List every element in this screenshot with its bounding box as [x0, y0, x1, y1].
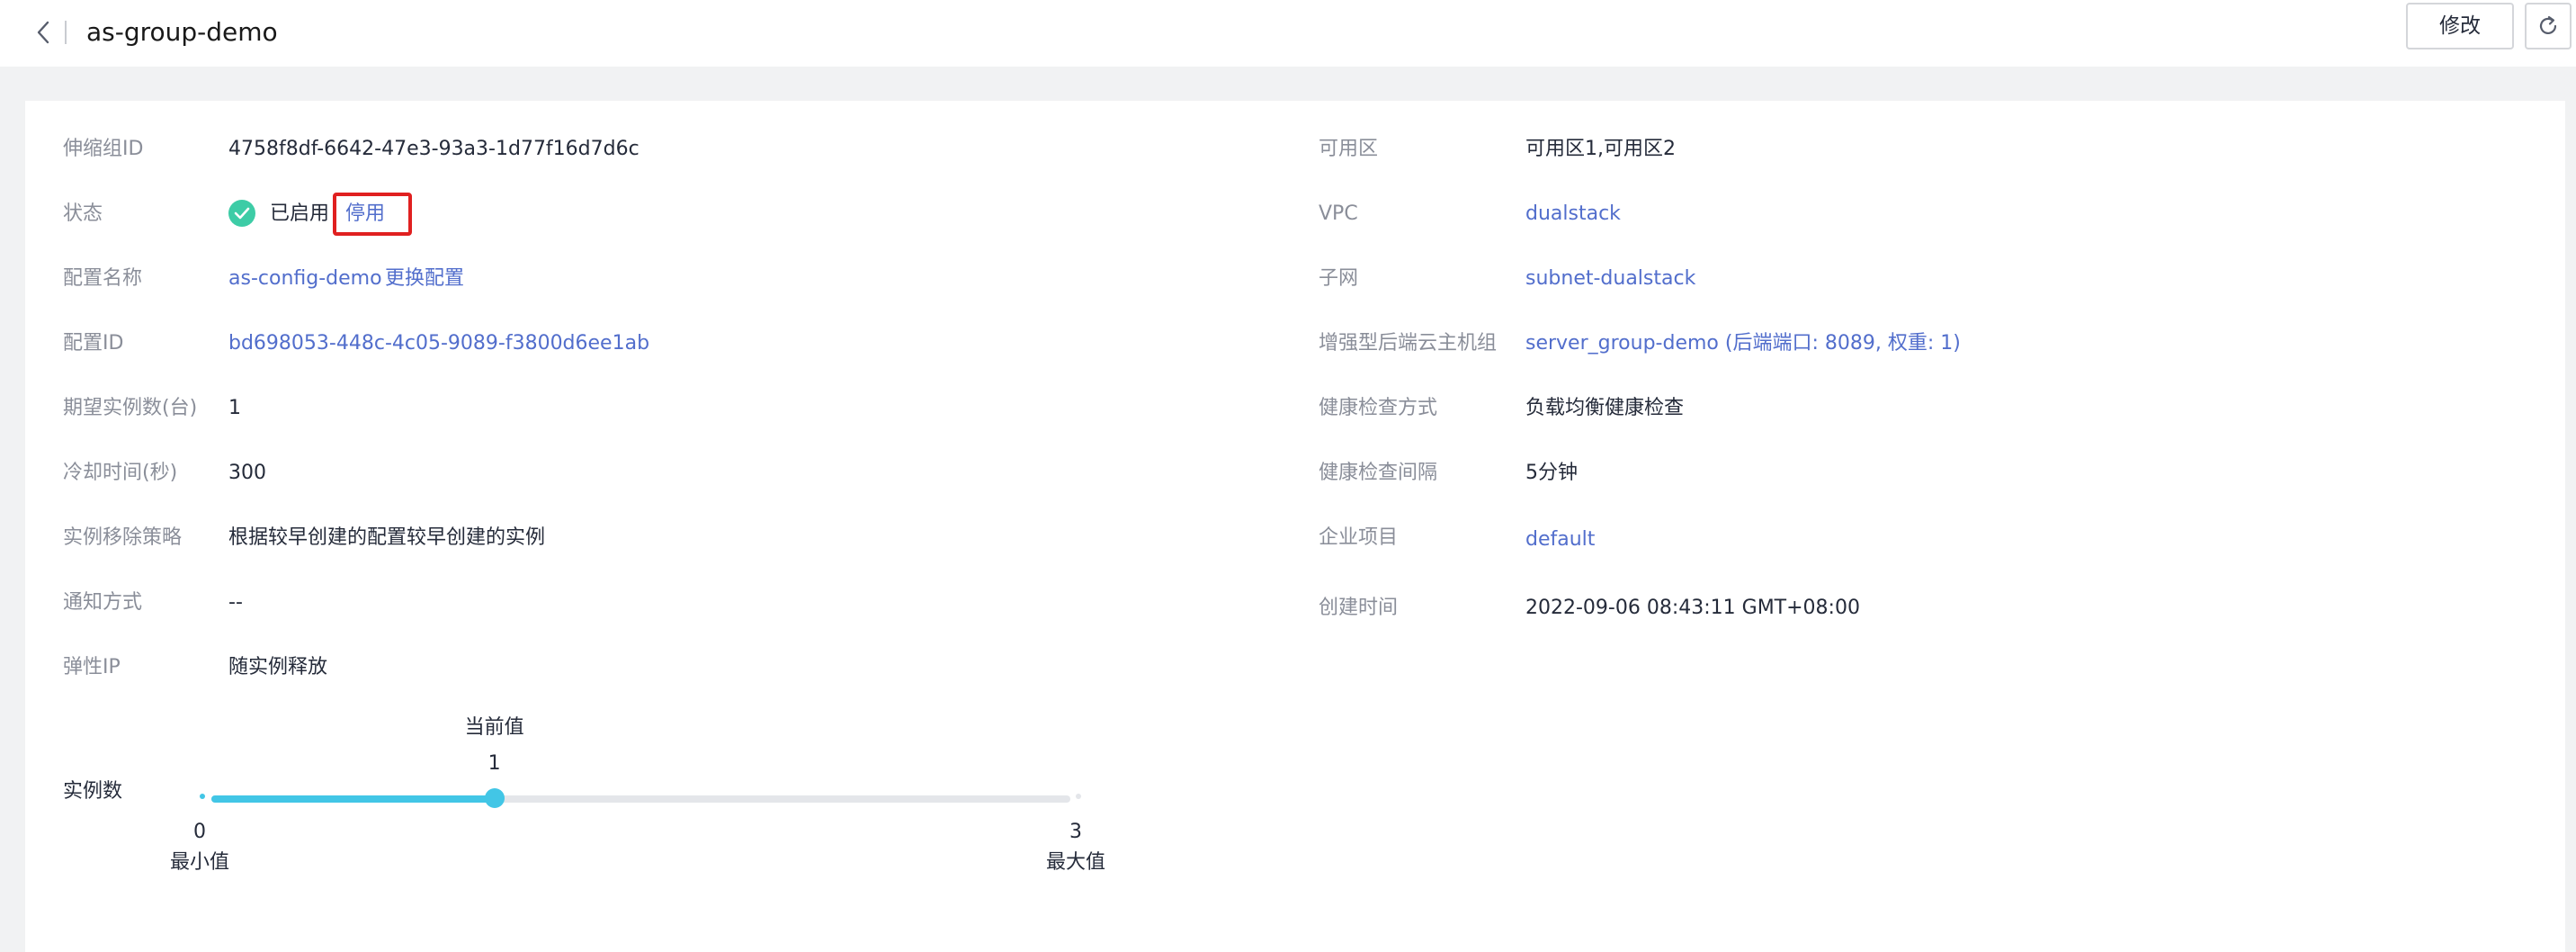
- enterprise-project-label: 企业项目: [1319, 526, 1399, 549]
- change-config-link[interactable]: 更换配置: [385, 265, 464, 293]
- config-name-label: 配置名称: [63, 267, 143, 290]
- removal-policy-value: 根据较早创建的配置较早创建的实例: [228, 526, 546, 549]
- config-id-link[interactable]: bd698053-448c-4c05-9089-f3800d6ee1ab: [228, 329, 649, 358]
- stop-link[interactable]: 停用: [345, 200, 385, 229]
- vpc-link[interactable]: dualstack: [1525, 200, 1621, 229]
- max-value: 3: [1069, 821, 1082, 843]
- enterprise-project-link[interactable]: default: [1525, 525, 1595, 554]
- az-label: 可用区: [1319, 138, 1379, 160]
- backend-group-link[interactable]: server_group-demo (后端端口: 8089, 权重: 1): [1525, 329, 1961, 358]
- page-title: as-group-demo: [86, 17, 278, 47]
- max-value-label: 最大值: [1045, 851, 1105, 874]
- refresh-button[interactable]: [2525, 3, 2572, 49]
- az-value: 可用区1,可用区2: [1525, 138, 1676, 160]
- cooldown-label: 冷却时间(秒): [63, 462, 178, 484]
- slider-min-dot: [200, 794, 205, 799]
- current-value: 1: [487, 752, 501, 775]
- status-value: 已启用: [270, 202, 330, 225]
- desired-instances-label: 期望实例数(台): [63, 397, 198, 419]
- refresh-icon: [2539, 15, 2557, 34]
- health-check-method-label: 健康检查方式: [1319, 397, 1438, 419]
- eip-label: 弹性IP: [63, 656, 121, 678]
- health-check-interval-label: 健康检查间隔: [1319, 462, 1438, 484]
- config-name-link[interactable]: as-config-demo: [228, 265, 382, 293]
- min-value: 0: [193, 821, 206, 843]
- current-value-label: 当前值: [464, 716, 524, 739]
- health-check-method-value: 负载均衡健康检查: [1525, 397, 1685, 419]
- instance-slider-handle[interactable]: [484, 788, 505, 808]
- created-time-label: 创建时间: [1319, 597, 1399, 619]
- subnet-label: 子网: [1319, 267, 1359, 290]
- health-check-interval-value: 5分钟: [1525, 462, 1578, 484]
- created-time-value: 2022-09-06 08:43:11 GMT+08:00: [1525, 597, 1860, 619]
- check-circle-icon: [228, 200, 255, 227]
- instance-count-label: 实例数: [63, 780, 123, 803]
- eip-value: 随实例释放: [228, 656, 328, 678]
- slider-max-dot: [1076, 794, 1081, 799]
- chevron-left-icon[interactable]: [31, 18, 56, 47]
- min-value-label: 最小值: [169, 851, 229, 874]
- notify-value: --: [228, 591, 243, 614]
- status-label: 状态: [63, 202, 103, 225]
- notify-label: 通知方式: [63, 591, 143, 614]
- subnet-link[interactable]: subnet-dualstack: [1525, 265, 1695, 293]
- edit-button[interactable]: 修改: [2406, 3, 2514, 49]
- cooldown-value: 300: [228, 462, 266, 484]
- desired-instances-value: 1: [228, 397, 241, 419]
- top-bar: as-group-demo 修改: [0, 0, 2576, 67]
- config-id-label: 配置ID: [63, 332, 124, 355]
- backend-group-label: 增强型后端云主机组: [1319, 332, 1498, 355]
- title-divider: [65, 21, 67, 44]
- instance-slider-fill: [211, 795, 495, 803]
- group-id-label: 伸缩组ID: [63, 138, 144, 160]
- group-id-value: 4758f8df-6642-47e3-93a3-1d77f16d7d6c: [228, 138, 640, 160]
- removal-policy-label: 实例移除策略: [63, 526, 183, 549]
- vpc-label: VPC: [1319, 202, 1358, 225]
